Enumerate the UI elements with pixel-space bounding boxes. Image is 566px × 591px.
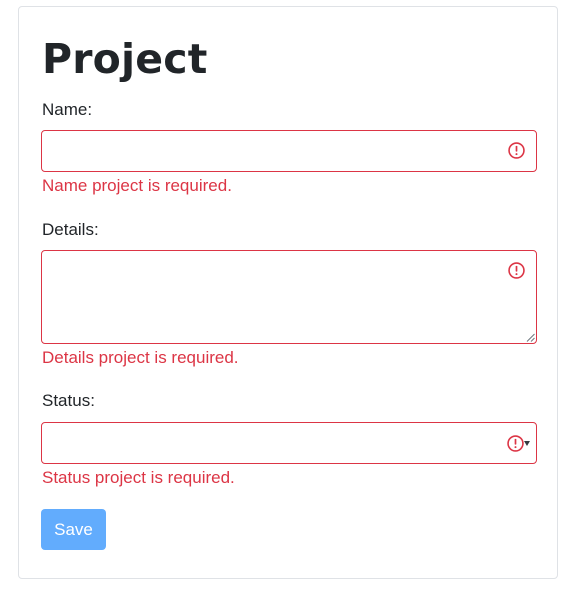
status-label: Status: bbox=[42, 391, 95, 410]
details-error-message: Details project is required. bbox=[42, 348, 239, 367]
exclamation-circle-icon bbox=[508, 262, 525, 279]
details-label: Details: bbox=[42, 220, 99, 239]
name-input[interactable] bbox=[41, 130, 537, 172]
resize-grip-icon[interactable] bbox=[526, 333, 535, 342]
page-title: Project bbox=[42, 35, 208, 83]
status-select[interactable] bbox=[41, 422, 537, 464]
details-textarea[interactable] bbox=[41, 250, 537, 344]
exclamation-circle-icon bbox=[508, 142, 525, 159]
project-form-card: Project Name: Name project is required. … bbox=[18, 6, 558, 579]
exclamation-circle-icon bbox=[507, 435, 524, 452]
save-button[interactable]: Save bbox=[41, 509, 106, 550]
caret-down-icon bbox=[524, 441, 530, 446]
status-error-message: Status project is required. bbox=[42, 468, 235, 487]
name-error-message: Name project is required. bbox=[42, 176, 232, 195]
name-label: Name: bbox=[42, 100, 93, 119]
